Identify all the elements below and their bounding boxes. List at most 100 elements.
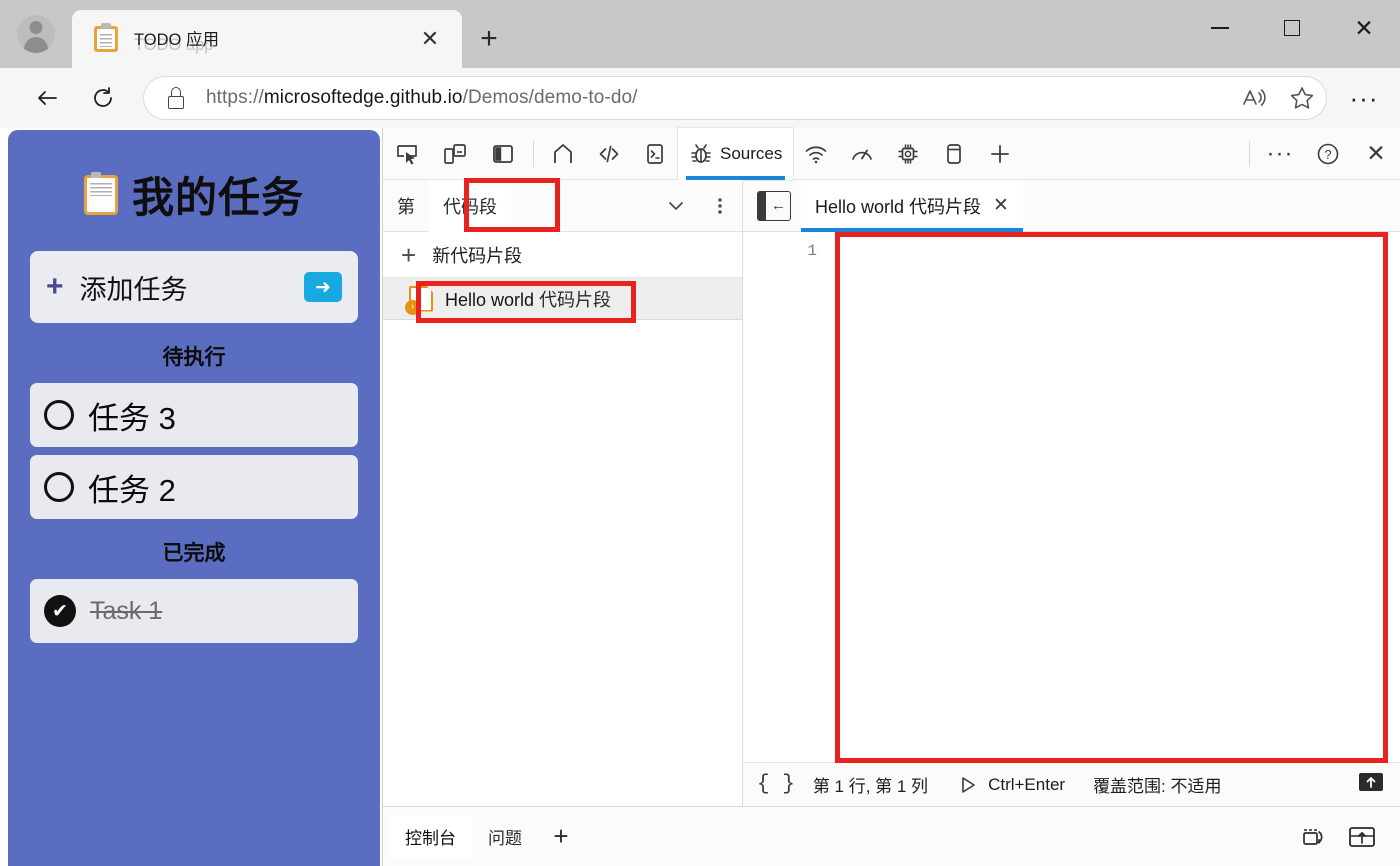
tab-welcome[interactable] bbox=[540, 128, 586, 180]
tab-title: TODO 应用 bbox=[134, 31, 219, 49]
play-icon bbox=[962, 776, 975, 793]
close-devtools-icon[interactable]: ✕ bbox=[1352, 128, 1400, 180]
arrow-right-icon: ➜ bbox=[315, 276, 331, 298]
task-item[interactable]: 任务 3 bbox=[30, 383, 358, 447]
list-item[interactable]: › Hello world 代码片段 bbox=[383, 278, 742, 320]
drawer-tab-issues[interactable]: 问题 bbox=[472, 815, 538, 859]
add-task-input[interactable]: + 添加任务 ➜ bbox=[30, 251, 358, 323]
run-snippet-button[interactable]: Ctrl+Enter bbox=[958, 775, 1065, 795]
editor-tab[interactable]: Hello world 代码片段 ✕ bbox=[801, 179, 1023, 232]
snippet-name-en: Hello world bbox=[445, 289, 540, 310]
favorite-star-icon[interactable] bbox=[1278, 77, 1326, 119]
browser-settings-icon[interactable]: ··· bbox=[1336, 75, 1392, 121]
checkbox-unchecked-icon[interactable] bbox=[44, 400, 74, 430]
close-window-button[interactable]: ✕ bbox=[1328, 0, 1400, 56]
add-panel-plus-icon[interactable] bbox=[977, 128, 1023, 180]
cursor-position: 第 1 行, 第 1 列 bbox=[812, 777, 929, 796]
clipboard-icon bbox=[94, 23, 118, 52]
plus-icon: + bbox=[46, 270, 64, 303]
url-input[interactable]: https://microsoftedge.github.io/Demos/de… bbox=[144, 77, 1326, 119]
more-vertical-icon[interactable] bbox=[698, 184, 742, 228]
drawer-actions bbox=[1292, 815, 1384, 859]
elements-code-icon bbox=[599, 145, 619, 162]
drawer-tab-console-label: 控制台 bbox=[405, 829, 456, 848]
maximize-button[interactable] bbox=[1256, 0, 1328, 56]
tab-sources[interactable]: Sources bbox=[678, 127, 794, 180]
navigator-tabbar-actions bbox=[654, 184, 742, 228]
devtools-panel: Sources ··· ? ✕ 第 代码段 + 新代码片段 › Hello wo… bbox=[382, 127, 1400, 866]
navigator-tab-page-label: 第 bbox=[397, 196, 415, 217]
navigator-tabbar: 第 代码段 bbox=[383, 179, 742, 232]
navigator-tab-page[interactable]: 第 bbox=[383, 180, 429, 232]
address-bar: https://microsoftedge.github.io/Demos/de… bbox=[0, 68, 1400, 128]
url-text: https://microsoftedge.github.io/Demos/de… bbox=[206, 87, 638, 109]
device-emulation-icon[interactable] bbox=[431, 128, 479, 180]
tab-application[interactable] bbox=[931, 128, 977, 180]
new-snippet-button[interactable]: + 新代码片段 bbox=[383, 232, 742, 278]
snippet-name-cn: 代码片段 bbox=[539, 289, 612, 310]
toolbar-divider bbox=[1249, 140, 1250, 167]
toolbar-divider bbox=[533, 140, 534, 167]
avatar bbox=[17, 15, 55, 53]
minimize-button[interactable] bbox=[1184, 0, 1256, 56]
editor-tab-close-icon[interactable]: ✕ bbox=[993, 194, 1009, 217]
drawer-tab-console[interactable]: 控制台 bbox=[389, 814, 472, 859]
dock-drawer-icon[interactable] bbox=[1340, 815, 1384, 859]
app-header: 我的任务 bbox=[30, 164, 358, 225]
run-shortcut-label: Ctrl+Enter bbox=[988, 774, 1066, 794]
read-aloud-icon[interactable] bbox=[1230, 77, 1278, 119]
reload-icon[interactable] bbox=[80, 75, 126, 121]
task-label: Task 1 bbox=[90, 596, 163, 625]
coverage-status: 覆盖范围: 不适用 bbox=[1093, 777, 1222, 796]
editor-statusbar: { } 第 1 行, 第 1 列 Ctrl+Enter 覆盖范围: 不适用 bbox=[743, 762, 1400, 806]
section-heading-completed: 已完成 bbox=[162, 542, 226, 565]
add-drawer-tab-icon[interactable]: + bbox=[538, 815, 584, 859]
drawer-tab-issues-label: 问题 bbox=[488, 829, 522, 848]
browser-window: TODO app TODO 应用 ✕ + ✕ https://microsoft… bbox=[0, 0, 1400, 866]
navigator-toggle-icon[interactable]: ← bbox=[757, 190, 791, 221]
inspect-element-icon[interactable] bbox=[383, 128, 431, 180]
profile-button[interactable] bbox=[8, 10, 64, 58]
help-icon[interactable]: ? bbox=[1304, 128, 1352, 180]
task-item[interactable]: ✔ Task 1 bbox=[30, 579, 358, 643]
tab-close-icon[interactable]: ✕ bbox=[410, 19, 450, 59]
navigator-tab-snippets-label: 代码段 bbox=[443, 196, 497, 217]
show-drawer-icon[interactable] bbox=[1356, 770, 1386, 799]
chevron-down-icon[interactable] bbox=[654, 184, 698, 228]
tab-memory[interactable] bbox=[885, 128, 931, 180]
pretty-print-icon[interactable]: { } bbox=[757, 773, 795, 796]
devtools-drawer: 控制台 问题 + bbox=[383, 806, 1400, 866]
task-label: 任务 2 bbox=[88, 472, 176, 508]
svg-text:?: ? bbox=[1324, 147, 1331, 162]
lock-icon bbox=[166, 87, 186, 109]
dock-side-icon[interactable] bbox=[479, 128, 527, 180]
restore-drawer-icon[interactable] bbox=[1292, 815, 1336, 859]
line-number-gutter: 1 bbox=[743, 232, 833, 762]
title-bar: TODO app TODO 应用 ✕ + ✕ bbox=[0, 0, 1400, 68]
code-editor[interactable]: 1 bbox=[743, 232, 1400, 762]
url-host: microsoftedge.github.io bbox=[263, 87, 463, 108]
more-options-icon[interactable]: ··· bbox=[1256, 128, 1304, 180]
clipboard-icon bbox=[83, 171, 118, 215]
performance-gauge-icon bbox=[852, 149, 873, 160]
new-snippet-label: 新代码片段 bbox=[432, 245, 523, 266]
add-task-placeholder: 添加任务 bbox=[79, 274, 188, 305]
task-item[interactable]: 任务 2 bbox=[30, 455, 358, 519]
url-scheme: https:// bbox=[206, 87, 264, 108]
navigator-tab-snippets[interactable]: 代码段 bbox=[429, 179, 511, 232]
tab-elements[interactable] bbox=[586, 128, 632, 180]
snippet-name: Hello world 代码片段 bbox=[445, 286, 611, 312]
back-icon[interactable] bbox=[24, 75, 70, 121]
checkbox-unchecked-icon[interactable] bbox=[44, 472, 74, 502]
checkbox-checked-icon[interactable]: ✔ bbox=[44, 595, 76, 627]
devtools-toolbar-right: ··· ? ✕ bbox=[1243, 128, 1400, 180]
browser-tab[interactable]: TODO app TODO 应用 ✕ bbox=[72, 10, 462, 68]
tab-network[interactable] bbox=[793, 128, 839, 180]
code-surface[interactable] bbox=[833, 232, 1400, 762]
tab-performance[interactable] bbox=[839, 128, 885, 180]
new-tab-button[interactable]: + bbox=[468, 18, 510, 60]
tab-title-wrap: TODO app TODO 应用 bbox=[134, 24, 410, 54]
application-storage-icon bbox=[947, 143, 962, 164]
add-task-submit-button[interactable]: ➜ bbox=[304, 272, 342, 302]
tab-console[interactable] bbox=[632, 128, 678, 180]
